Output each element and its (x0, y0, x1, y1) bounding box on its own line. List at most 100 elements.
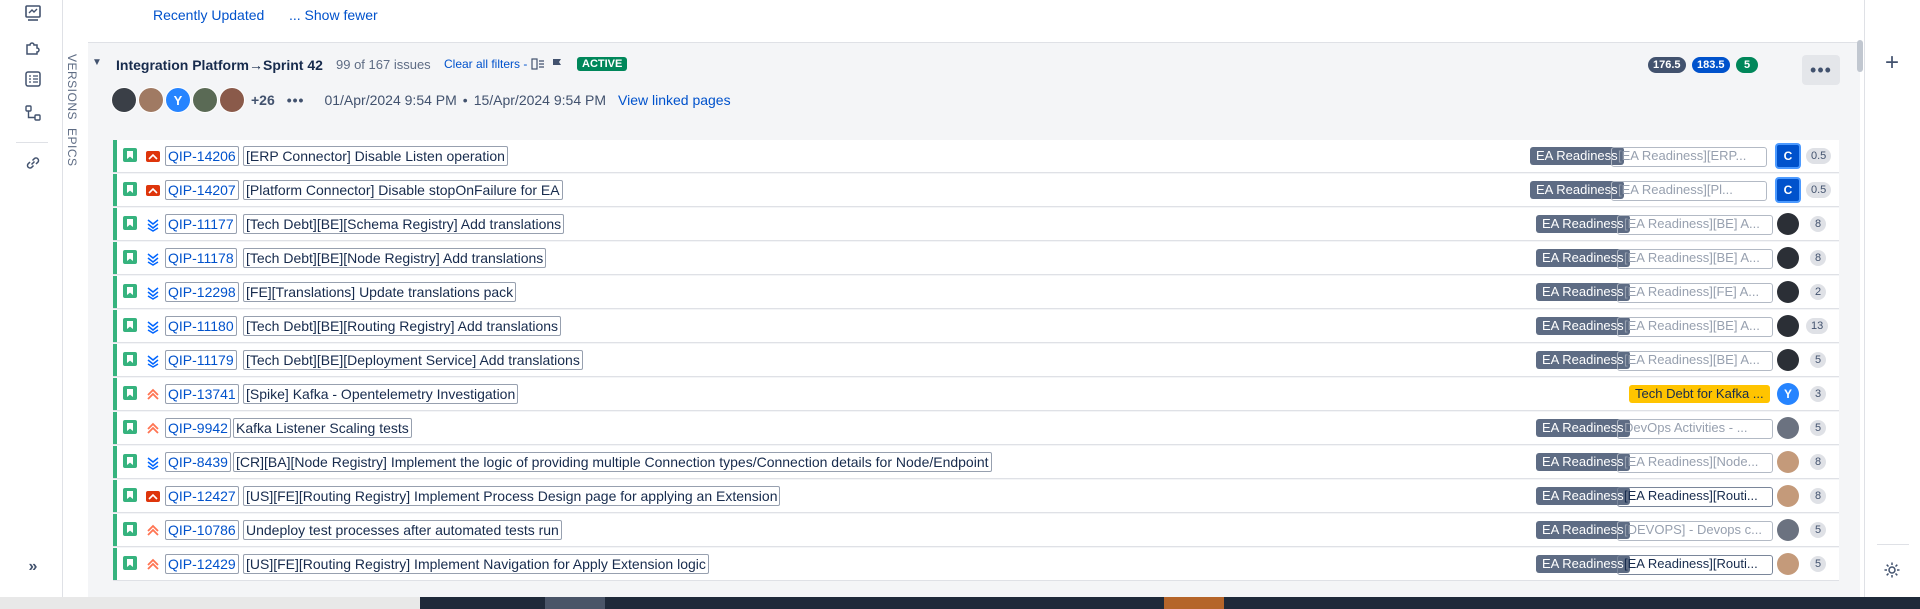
issue-key-link[interactable]: QIP-14207 (165, 180, 239, 200)
feature-link-field[interactable]: DevOps Activities - ... (1617, 419, 1773, 439)
feature-link-field[interactable]: [DEVOPS] - Devops c... (1617, 521, 1773, 541)
issue-key-link[interactable]: QIP-12429 (165, 554, 239, 574)
issue-summary[interactable]: [Tech Debt][BE][Schema Registry] Add tra… (243, 214, 565, 234)
issue-row[interactable]: QIP-10786 Undeploy test processes after a… (113, 514, 1839, 546)
assignee-avatar[interactable] (1777, 451, 1799, 473)
expand-sidebar-icon[interactable]: » (22, 556, 44, 578)
assignee-avatar[interactable]: C (1777, 145, 1799, 167)
assignee-avatar[interactable] (1777, 417, 1799, 439)
flag-icon[interactable] (551, 58, 563, 70)
board-icon[interactable] (22, 2, 44, 24)
issue-row[interactable]: QIP-12427 [US][FE][Routing Registry] Impl… (113, 480, 1839, 512)
issue-key-link[interactable]: QIP-11179 (165, 350, 237, 370)
feature-link-field[interactable]: [EA Readiness][FE] A... (1617, 283, 1773, 303)
settings-gear-icon[interactable] (1881, 559, 1903, 581)
collapse-chevron-icon[interactable]: ▼ (92, 57, 102, 68)
issue-summary[interactable]: [Platform Connector] Disable stopOnFailu… (243, 180, 563, 200)
issue-key-link[interactable]: QIP-9942 (165, 418, 231, 438)
issue-row[interactable]: QIP-11180 [Tech Debt][BE][Routing Registr… (113, 310, 1839, 342)
issue-summary[interactable]: [FE][Translations] Update translations p… (243, 282, 517, 302)
avatar[interactable] (193, 88, 217, 112)
assignee-avatar[interactable] (1777, 349, 1799, 371)
avatar[interactable] (139, 88, 163, 112)
board-filter-icon[interactable] (531, 58, 545, 70)
issue-key-link[interactable]: QIP-8439 (165, 452, 231, 472)
issue-row[interactable]: QIP-12298 [FE][Translations] Update trans… (113, 276, 1839, 308)
issue-summary[interactable]: [US][FE][Routing Registry] Implement Pro… (243, 486, 781, 506)
issue-row[interactable]: QIP-13741 [Spike] Kafka - Opentelemetry I… (113, 378, 1839, 410)
epic-label[interactable]: Tech Debt for Kafka ... (1629, 385, 1770, 403)
feature-link-field[interactable]: [EA Readiness][BE] A... (1617, 317, 1773, 337)
epic-label[interactable]: EA Readiness (1536, 215, 1630, 233)
assignee-avatar[interactable]: C (1777, 179, 1799, 201)
epic-label[interactable]: EA Readiness (1536, 521, 1630, 539)
epic-label[interactable]: EA Readiness (1536, 419, 1630, 437)
issue-row[interactable]: QIP-11177 [Tech Debt][BE][Schema Registry… (113, 208, 1839, 240)
people-more-button[interactable]: ••• (287, 92, 305, 108)
issue-key-link[interactable]: QIP-12427 (165, 486, 239, 506)
issue-summary[interactable]: [Spike] Kafka - Opentelemetry Investigat… (243, 384, 519, 404)
issue-summary[interactable]: [ERP Connector] Disable Listen operation (243, 146, 508, 166)
assignee-avatar[interactable] (1777, 281, 1799, 303)
assignee-avatar[interactable] (1777, 247, 1799, 269)
avatar[interactable] (220, 88, 244, 112)
assignee-avatar[interactable] (1777, 485, 1799, 507)
feature-link-field[interactable]: [EA Readiness][ERP... (1611, 147, 1767, 167)
extra-people-count[interactable]: +26 (251, 92, 275, 108)
versions-tab[interactable]: VERSIONS (65, 54, 79, 120)
issue-row[interactable]: QIP-11179 [Tech Debt][BE][Deployment Serv… (113, 344, 1839, 376)
epic-label[interactable]: EA Readiness (1530, 147, 1624, 165)
avatar[interactable] (112, 88, 136, 112)
issue-summary[interactable]: Undeploy test processes after automated … (243, 520, 562, 540)
feature-link-field[interactable]: [EA Readiness][BE] A... (1617, 351, 1773, 371)
issue-summary[interactable]: [US][FE][Routing Registry] Implement Nav… (243, 554, 709, 574)
feature-link-field[interactable]: [EA Readiness][BE] A... (1617, 249, 1773, 269)
issue-summary[interactable]: Kafka Listener Scaling tests (233, 418, 412, 438)
assignee-avatar[interactable]: Y (1777, 383, 1799, 405)
issue-key-link[interactable]: QIP-11178 (165, 248, 237, 268)
assignee-avatar[interactable] (1777, 519, 1799, 541)
epics-tab[interactable]: EPICS (65, 128, 79, 167)
clear-filters-label[interactable]: Clear all filters - (444, 57, 527, 71)
assignee-avatar[interactable] (1777, 553, 1799, 575)
feature-link-field[interactable]: [EA Readiness][Pl... (1611, 181, 1767, 201)
epic-label[interactable]: EA Readiness (1536, 555, 1630, 573)
issue-row[interactable]: QIP-9942 Kafka Listener Scaling tests EA R… (113, 412, 1839, 444)
clear-filters-link[interactable]: Clear all filters - (444, 57, 563, 71)
issue-row[interactable]: QIP-11178 [Tech Debt][BE][Node Registry] … (113, 242, 1839, 274)
taskbar-app[interactable] (1164, 597, 1224, 609)
issue-summary[interactable]: [Tech Debt][BE][Node Registry] Add trans… (243, 248, 547, 268)
issue-key-link[interactable]: QIP-10786 (165, 520, 239, 540)
issue-row[interactable]: QIP-14207 [Platform Connector] Disable st… (113, 174, 1839, 206)
avatar[interactable]: Y (166, 88, 190, 112)
issue-key-link[interactable]: QIP-11177 (165, 214, 237, 234)
issue-row[interactable]: QIP-12429 [US][FE][Routing Registry] Impl… (113, 548, 1839, 580)
issue-key-link[interactable]: QIP-12298 (165, 282, 239, 302)
feature-link-field[interactable]: [EA Readiness][BE] A... (1617, 215, 1773, 235)
epic-label[interactable]: EA Readiness (1536, 453, 1630, 471)
epic-label[interactable]: EA Readiness (1530, 181, 1624, 199)
feature-link-field[interactable]: [EA Readiness][Routi... (1617, 555, 1773, 575)
puzzle-icon[interactable] (22, 36, 44, 58)
epic-label[interactable]: EA Readiness (1536, 317, 1630, 335)
epic-label[interactable]: EA Readiness (1536, 487, 1630, 505)
scrollbar[interactable] (1857, 40, 1863, 72)
issue-key-link[interactable]: QIP-14206 (165, 146, 239, 166)
assignee-avatar[interactable] (1777, 315, 1799, 337)
issue-summary[interactable]: [CR][BA][Node Registry] Implement the lo… (233, 452, 992, 472)
issue-summary[interactable]: [Tech Debt][BE][Deployment Service] Add … (243, 350, 583, 370)
issue-key-link[interactable]: QIP-11180 (165, 316, 237, 336)
show-fewer-link[interactable]: ... Show fewer (289, 7, 378, 23)
epic-label[interactable]: EA Readiness (1536, 351, 1630, 369)
link-icon[interactable] (22, 152, 44, 174)
backlog-icon[interactable] (22, 68, 44, 90)
issue-row[interactable]: QIP-14206 [ERP Connector] Disable Listen … (113, 140, 1839, 172)
feature-link-field[interactable]: [EA Readiness][Node... (1617, 453, 1773, 473)
feature-link-field[interactable]: [EA Readiness][Routi... (1617, 487, 1773, 507)
epic-label[interactable]: EA Readiness (1536, 249, 1630, 267)
sprint-more-button[interactable]: ••• (1802, 55, 1840, 85)
issue-row[interactable]: QIP-8439 [CR][BA][Node Registry] Implemen… (113, 446, 1839, 478)
issue-summary[interactable]: [Tech Debt][BE][Routing Registry] Add tr… (243, 316, 562, 336)
assignee-avatar[interactable] (1777, 213, 1799, 235)
view-linked-pages-link[interactable]: View linked pages (618, 92, 731, 108)
